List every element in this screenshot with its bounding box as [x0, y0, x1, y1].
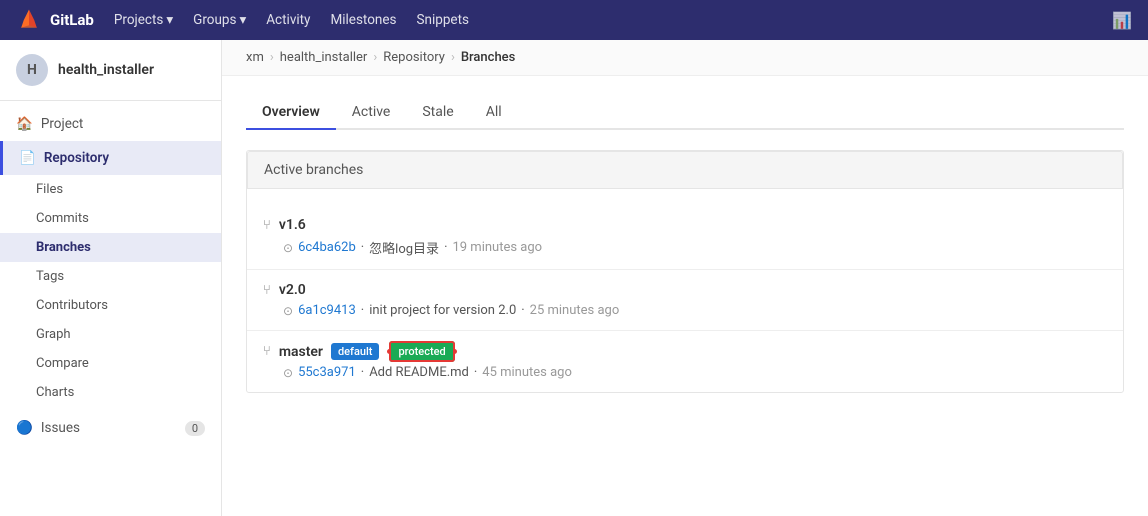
commit-hash[interactable]: 6a1c9413: [298, 303, 356, 318]
default-badge: default: [331, 343, 380, 360]
sidebar-item-charts[interactable]: Charts: [0, 378, 221, 407]
breadcrumb-repository[interactable]: Repository: [383, 50, 445, 65]
tab-stale[interactable]: Stale: [406, 96, 469, 130]
branch-item-v1-6: ⑂ v1.6 ⊙ 6c4ba62b · 忽略log目录 · 19 minutes…: [247, 205, 1123, 270]
breadcrumb-xm[interactable]: xm: [246, 50, 264, 65]
sidebar-header: H health_installer: [0, 40, 221, 101]
topnav-right: 📊: [1112, 11, 1132, 30]
commit-sep: ·: [361, 365, 364, 380]
branch-name[interactable]: v2.0: [279, 282, 306, 298]
breadcrumb-current: Branches: [461, 50, 515, 65]
avatar: H: [16, 54, 48, 86]
gitlab-logo-icon: [16, 7, 42, 33]
protected-badge-wrapper: protected: [387, 349, 456, 354]
nav-snippets[interactable]: Snippets: [417, 12, 469, 28]
sidebar-item-repository[interactable]: 📄 Repository: [0, 141, 221, 175]
commit-message-text: 忽略log目录: [369, 238, 439, 257]
chevron-down-icon: ▾: [239, 12, 246, 28]
commit-hash[interactable]: 55c3a971: [298, 365, 356, 380]
commit-sep2: ·: [521, 303, 524, 318]
nav-projects[interactable]: Projects ▾: [114, 12, 173, 28]
branch-name-row: ⑂ master default protected: [263, 343, 1107, 360]
brand-logo[interactable]: GitLab: [16, 7, 94, 33]
nav-groups[interactable]: Groups ▾: [193, 12, 246, 28]
branch-tabs: Overview Active Stale All: [246, 96, 1124, 130]
sidebar-item-tags[interactable]: Tags: [0, 262, 221, 291]
breadcrumb-sep-3: ›: [451, 50, 455, 65]
commit-sep: ·: [361, 303, 364, 318]
home-icon: 🏠: [16, 116, 33, 132]
commit-time: 19 minutes ago: [452, 240, 542, 255]
page-content: Overview Active Stale All Active branche…: [222, 76, 1148, 413]
sidebar-item-issues[interactable]: 🔵 Issues 0: [0, 411, 221, 445]
active-branches-title: Active branches: [247, 151, 1123, 189]
issues-icon: 🔵: [16, 420, 33, 436]
issues-count-badge: 0: [185, 421, 205, 436]
branch-commit-row: ⊙ 6a1c9413 · init project for version 2.…: [283, 303, 1107, 318]
branch-name-row: ⑂ v2.0: [263, 282, 1107, 298]
nav-milestones[interactable]: Milestones: [330, 12, 396, 28]
chevron-down-icon: ▾: [166, 12, 173, 28]
sidebar-item-branches[interactable]: Branches: [0, 233, 221, 262]
sidebar-item-graph[interactable]: Graph: [0, 320, 221, 349]
breadcrumb-sep-1: ›: [270, 50, 274, 65]
sidebar-item-compare[interactable]: Compare: [0, 349, 221, 378]
project-name: health_installer: [58, 62, 154, 78]
brand-name: GitLab: [50, 11, 94, 29]
branch-list: Active branches ⑂ v1.6 ⊙ 6c4ba62b · 忽略lo…: [246, 150, 1124, 393]
branch-item-master: ⑂ master default protected ⊙ 55c3a971 · …: [247, 331, 1123, 392]
sidebar-item-project[interactable]: 🏠 Project: [0, 107, 221, 141]
branch-item-v2-0: ⑂ v2.0 ⊙ 6a1c9413 · init project for ver…: [247, 270, 1123, 331]
breadcrumb-health-installer[interactable]: health_installer: [280, 50, 368, 65]
sidebar-item-contributors[interactable]: Contributors: [0, 291, 221, 320]
branch-icon: ⑂: [263, 344, 271, 359]
breadcrumb-sep-2: ›: [373, 50, 377, 65]
protected-badge: protected: [389, 341, 454, 362]
branch-icon: ⑂: [263, 218, 271, 233]
commit-icon: ⊙: [283, 366, 293, 380]
bar-chart-icon[interactable]: 📊: [1112, 11, 1132, 30]
branch-commit-row: ⊙ 6c4ba62b · 忽略log目录 · 19 minutes ago: [283, 238, 1107, 257]
commit-icon: ⊙: [283, 241, 293, 255]
commit-sep: ·: [444, 240, 447, 255]
commit-icon: ⊙: [283, 304, 293, 318]
branch-icon: ⑂: [263, 283, 271, 298]
branch-name[interactable]: master: [279, 344, 323, 360]
nav-activity[interactable]: Activity: [266, 12, 310, 28]
commit-time: 45 minutes ago: [482, 365, 572, 380]
sidebar-nav: 🏠 Project 📄 Repository Files Commits Bra…: [0, 101, 221, 451]
commit-message: ·: [361, 240, 364, 255]
tab-all[interactable]: All: [470, 96, 518, 130]
commit-message-text: Add README.md: [369, 365, 469, 380]
sidebar: H health_installer 🏠 Project 📄 Repositor…: [0, 40, 222, 516]
branch-commit-row: ⊙ 55c3a971 · Add README.md · 45 minutes …: [283, 365, 1107, 380]
breadcrumb: xm › health_installer › Repository › Bra…: [222, 40, 1148, 76]
branch-name-row: ⑂ v1.6: [263, 217, 1107, 233]
commit-message-text: init project for version 2.0: [369, 303, 516, 318]
sidebar-item-files[interactable]: Files: [0, 175, 221, 204]
top-navigation: GitLab Projects ▾ Groups ▾ Activity Mile…: [0, 0, 1148, 40]
commit-hash[interactable]: 6c4ba62b: [298, 240, 356, 255]
tab-overview[interactable]: Overview: [246, 96, 336, 130]
commit-time: 25 minutes ago: [530, 303, 620, 318]
commit-sep2: ·: [474, 365, 477, 380]
tab-active[interactable]: Active: [336, 96, 407, 130]
book-icon: 📄: [19, 150, 36, 166]
sidebar-item-commits[interactable]: Commits: [0, 204, 221, 233]
branch-name[interactable]: v1.6: [279, 217, 306, 233]
main-content: xm › health_installer › Repository › Bra…: [222, 40, 1148, 516]
